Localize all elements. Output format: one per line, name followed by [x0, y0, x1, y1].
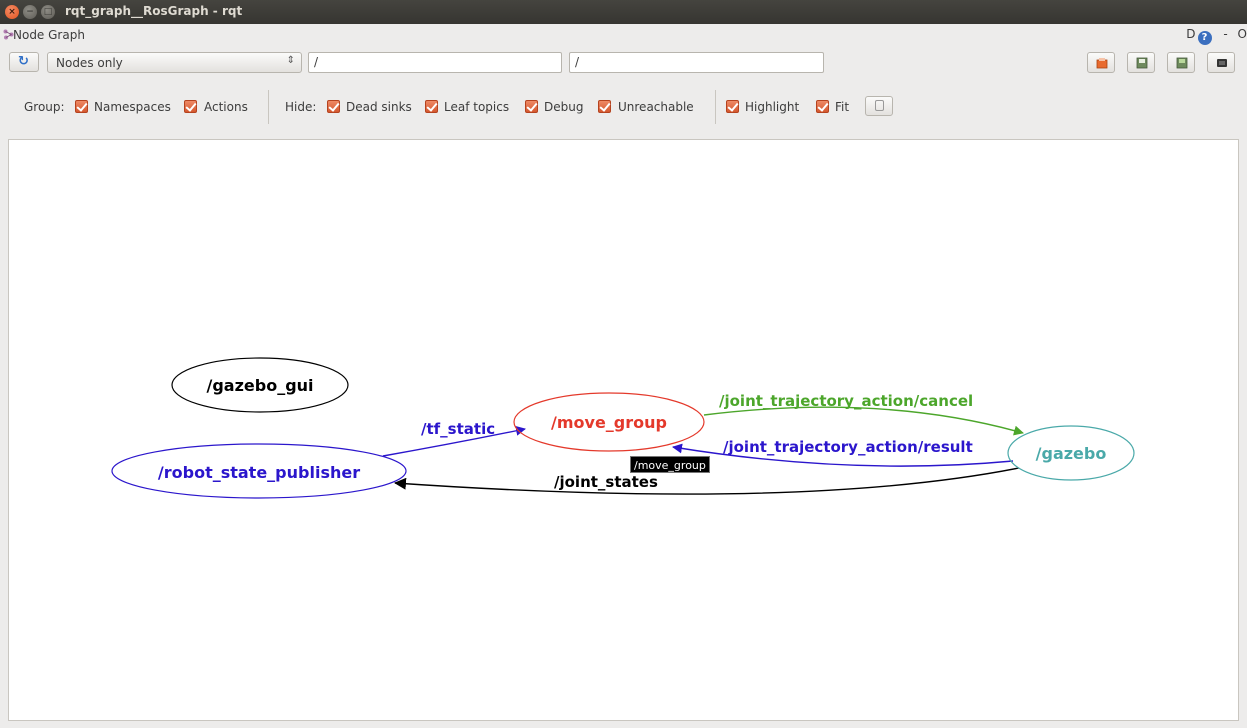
- actions-checkbox[interactable]: [184, 100, 197, 113]
- highlight-checkbox[interactable]: [726, 100, 739, 113]
- window-title: rqt_graph__RosGraph - rqt: [65, 4, 243, 18]
- load-dot-button[interactable]: [1087, 52, 1115, 73]
- group-label: Group:: [24, 100, 65, 114]
- fit-checkbox[interactable]: [816, 100, 829, 113]
- edge-label-cancel[interactable]: /joint_trajectory_action/cancel: [719, 392, 973, 410]
- unreachable-label: Unreachable: [618, 100, 694, 114]
- maximize-window-button[interactable]: □: [41, 5, 55, 19]
- unreachable-checkbox[interactable]: [598, 100, 611, 113]
- namespaces-label: Namespaces: [94, 100, 171, 114]
- plugin-title: Node Graph: [13, 28, 85, 42]
- refresh-button[interactable]: ↻: [9, 52, 39, 72]
- debug-label: Debug: [544, 100, 584, 114]
- save-image-icon: [1217, 59, 1227, 67]
- dock-detach-button[interactable]: D: [1186, 27, 1195, 41]
- save-dot-button[interactable]: [1127, 52, 1155, 73]
- graph-canvas[interactable]: /tf_static /joint_trajectory_action/canc…: [8, 139, 1239, 721]
- fit-in-view-button[interactable]: [865, 96, 893, 116]
- close-window-button[interactable]: ×: [5, 5, 19, 19]
- edge-label-tf-static[interactable]: /tf_static: [421, 420, 495, 438]
- dock-minimize-button[interactable]: -: [1223, 27, 1227, 41]
- leaf-topics-checkbox[interactable]: [425, 100, 438, 113]
- highlight-label: Highlight: [745, 100, 800, 114]
- load-dot-icon: [1096, 58, 1108, 69]
- namespaces-checkbox[interactable]: [75, 100, 88, 113]
- topic-filter-input[interactable]: /: [569, 52, 824, 73]
- view-mode-value: Nodes only: [56, 56, 123, 70]
- node-tooltip: /move_group: [630, 456, 710, 473]
- window-titlebar: × − □ rqt_graph__RosGraph - rqt: [0, 0, 1247, 24]
- view-mode-select[interactable]: Nodes only ⇕: [47, 52, 302, 73]
- node-label-gazebo[interactable]: /gazebo: [1036, 444, 1107, 463]
- dead-sinks-label: Dead sinks: [346, 100, 412, 114]
- save-dot-icon: [1136, 57, 1148, 69]
- actions-label: Actions: [204, 100, 248, 114]
- save-svg-icon: [1176, 57, 1188, 69]
- refresh-icon: ↻: [18, 54, 29, 69]
- namespace-filter-input[interactable]: /: [308, 52, 562, 73]
- edge-label-result[interactable]: /joint_trajectory_action/result: [723, 438, 973, 456]
- graph-drawing: /tf_static /joint_trajectory_action/canc…: [111, 357, 1135, 499]
- debug-checkbox[interactable]: [525, 100, 538, 113]
- minimize-window-button[interactable]: −: [23, 5, 37, 19]
- options-separator: [268, 90, 269, 124]
- save-svg-button[interactable]: [1167, 52, 1195, 73]
- save-image-button[interactable]: [1207, 52, 1235, 73]
- edge-cancel[interactable]: [703, 406, 1024, 436]
- hide-label: Hide:: [285, 100, 317, 114]
- fit-view-icon: [875, 100, 884, 111]
- dock-close-button[interactable]: O: [1238, 27, 1247, 41]
- fit-label: Fit: [835, 100, 850, 114]
- node-label-robot-state-publisher[interactable]: /robot_state_publisher: [158, 463, 360, 482]
- edge-label-joint-states[interactable]: /joint_states: [554, 473, 658, 491]
- node-label-move-group[interactable]: /move_group: [551, 413, 667, 432]
- options-separator: [715, 90, 716, 124]
- node-label-gazebo-gui[interactable]: /gazebo_gui: [206, 376, 313, 395]
- dead-sinks-checkbox[interactable]: [327, 100, 340, 113]
- leaf-topics-label: Leaf topics: [444, 100, 510, 114]
- dock-controls: D? - O: [1184, 27, 1247, 45]
- help-icon[interactable]: ?: [1197, 31, 1212, 45]
- select-arrows-icon: ⇕: [286, 55, 295, 66]
